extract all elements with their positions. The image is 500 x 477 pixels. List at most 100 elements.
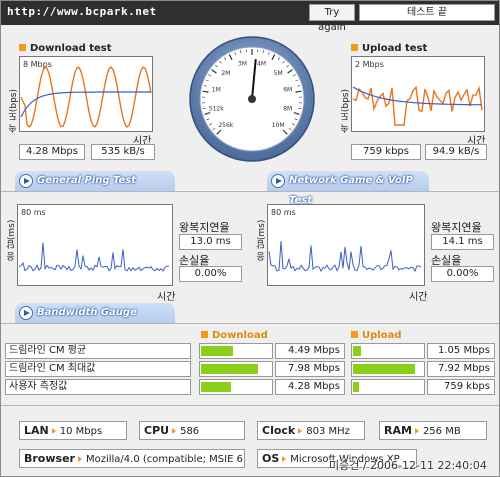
ping-right-chart-svg: 80 ms: [268, 208, 422, 273]
download-title: Download test: [30, 43, 112, 54]
ping-right-scale-label: 80 ms: [271, 208, 296, 217]
download-chart-svg: 8 Mbps: [20, 60, 152, 129]
ping-right-loss-value: 0.00%: [431, 266, 494, 282]
ping-left-chart: 80 ms: [17, 204, 173, 286]
upload-scale-label: 2 Mbps: [355, 60, 384, 69]
tab-label: Bandwidth Gauge: [37, 307, 137, 318]
clock-value: 803 MHz: [306, 426, 350, 437]
arrow-icon: [271, 174, 285, 188]
tab-bandwidth-gauge[interactable]: Bandwidth Gauge: [15, 303, 175, 323]
browser-label: Browser: [24, 452, 75, 465]
ping-left-series: [18, 242, 170, 272]
test-status: 테스트 끝: [359, 4, 495, 21]
top-bar: http://www.bcpark.net Try again 테스트 끝: [1, 1, 499, 33]
gauge-tick-label: 3M: [238, 60, 247, 67]
site-url[interactable]: http://www.bcpark.net: [7, 5, 157, 18]
ping-left-loss-value: 0.00%: [179, 266, 242, 282]
triangle-icon: [172, 428, 177, 434]
bandwidth-upload-header: Upload: [351, 330, 401, 341]
download-chart: 8 Mbps: [19, 56, 153, 132]
upload-chart: 2 Mbps: [351, 56, 485, 132]
gauge-tick-label: 256k: [218, 122, 233, 129]
speedtest-window: http://www.bcpark.net Try again 테스트 끝 Do…: [0, 0, 500, 477]
gauge-tick-label: 2M: [221, 70, 230, 77]
browser-value: Mozilla/4.0 (compatible; MSIE 6.0: [85, 454, 245, 465]
ping-right-xlabel: 시간: [409, 292, 428, 303]
cpu-value: 586: [180, 426, 200, 437]
bar-fill: [201, 364, 258, 374]
bandwidth-download-header: Download: [201, 330, 268, 341]
gauge-tick-label: 512k: [209, 106, 224, 113]
ram-info: RAM 256 MB: [379, 421, 487, 440]
bar-fill: [353, 364, 415, 374]
ping-left-chart-svg: 80 ms: [18, 208, 170, 272]
upload-kbs-value: 94.9 kB/s: [425, 144, 487, 160]
lan-value: 10 Mbps: [59, 426, 103, 437]
lan-info: LAN 10 Mbps: [19, 421, 127, 440]
arrow-icon: [19, 306, 33, 320]
tab-network-game-voip-test[interactable]: Network Game & VoIP Test: [267, 171, 429, 206]
lan-label: LAN: [24, 424, 49, 437]
download-scale-label: 8 Mbps: [23, 60, 52, 69]
cpu-label: CPU: [144, 424, 170, 437]
cpu-info: CPU 586: [139, 421, 245, 440]
bandwidth-download-value: 4.28 Mbps: [275, 379, 345, 395]
upload-speed-series: [352, 85, 483, 126]
bandwidth-download-bar: [199, 361, 273, 377]
bar-fill: [353, 346, 361, 356]
bar-fill: [201, 382, 231, 392]
divider: [1, 323, 499, 324]
ram-label: RAM: [384, 424, 412, 437]
ping-right-rtt-value: 14.1 ms: [431, 234, 494, 250]
gauge-tick-label: 4M: [257, 60, 266, 67]
tab-label: General Ping Test: [37, 175, 137, 186]
ping-left-rtt-value: 13.0 ms: [179, 234, 242, 250]
gauge-svg: 256k 512k 1M 2M 3M 4M 5M 6M 8M 10M: [189, 36, 315, 162]
ping-left-rtt-label: 왕복지연율: [179, 221, 230, 234]
ping-right-chart: 80 ms: [267, 204, 425, 286]
browser-info: Browser Mozilla/4.0 (compatible; MSIE 6.0: [19, 449, 245, 468]
bandwidth-download-value: 4.49 Mbps: [275, 343, 345, 359]
download-header-label: Download: [212, 330, 268, 341]
ping-right-series: [268, 241, 422, 273]
bullet-icon: [351, 331, 358, 338]
ram-value: 256 MB: [422, 426, 461, 437]
clock-label: Clock: [262, 424, 296, 437]
upload-header-label: Upload: [362, 330, 402, 341]
bandwidth-upload-bar: [351, 361, 425, 377]
bullet-icon: [351, 44, 358, 51]
gauge-tick-label: 8M: [283, 106, 292, 113]
upload-title-row: Upload test: [351, 43, 427, 54]
bandwidth-row-label: 드림라인 CM 평균: [5, 343, 191, 359]
clock-info: Clock 803 MHz: [257, 421, 365, 440]
triangle-icon: [77, 456, 82, 462]
bar-fill: [353, 382, 359, 392]
triangle-icon: [298, 428, 303, 434]
bandwidth-download-value: 7.98 Mbps: [275, 361, 345, 377]
tab-general-ping-test[interactable]: General Ping Test: [15, 171, 175, 191]
gauge-tick-label: 1M: [212, 86, 221, 93]
arrow-icon: [19, 174, 33, 188]
upload-title: Upload test: [362, 43, 428, 54]
download-kbs-value: 535 kB/s: [91, 144, 155, 160]
download-mbps-value: 4.28 Mbps: [19, 144, 85, 160]
gauge-tick-label: 10M: [272, 122, 285, 129]
upload-kbps-value: 759 kbps: [351, 144, 421, 160]
bar-fill: [201, 346, 233, 356]
bandwidth-upload-bar: [351, 379, 425, 395]
triangle-icon: [51, 428, 56, 434]
bullet-icon: [201, 331, 208, 338]
bandwidth-row-label: 드림라인 CM 최대값: [5, 361, 191, 377]
bandwidth-download-bar: [199, 343, 273, 359]
watermark-text: 미승건 / 2006-12-11 22:40:04: [329, 459, 487, 472]
try-again-button[interactable]: Try again: [309, 4, 355, 33]
bandwidth-download-bar: [199, 379, 273, 395]
os-label: OS: [262, 452, 280, 465]
ping-right-rtt-label: 왕복지연율: [431, 221, 482, 234]
ping-left-xlabel: 시간: [157, 292, 176, 303]
divider: [1, 405, 499, 406]
gauge-tick-label: 5M: [274, 70, 283, 77]
bullet-icon: [19, 44, 26, 51]
upload-chart-svg: 2 Mbps: [352, 60, 483, 126]
triangle-icon: [414, 428, 419, 434]
